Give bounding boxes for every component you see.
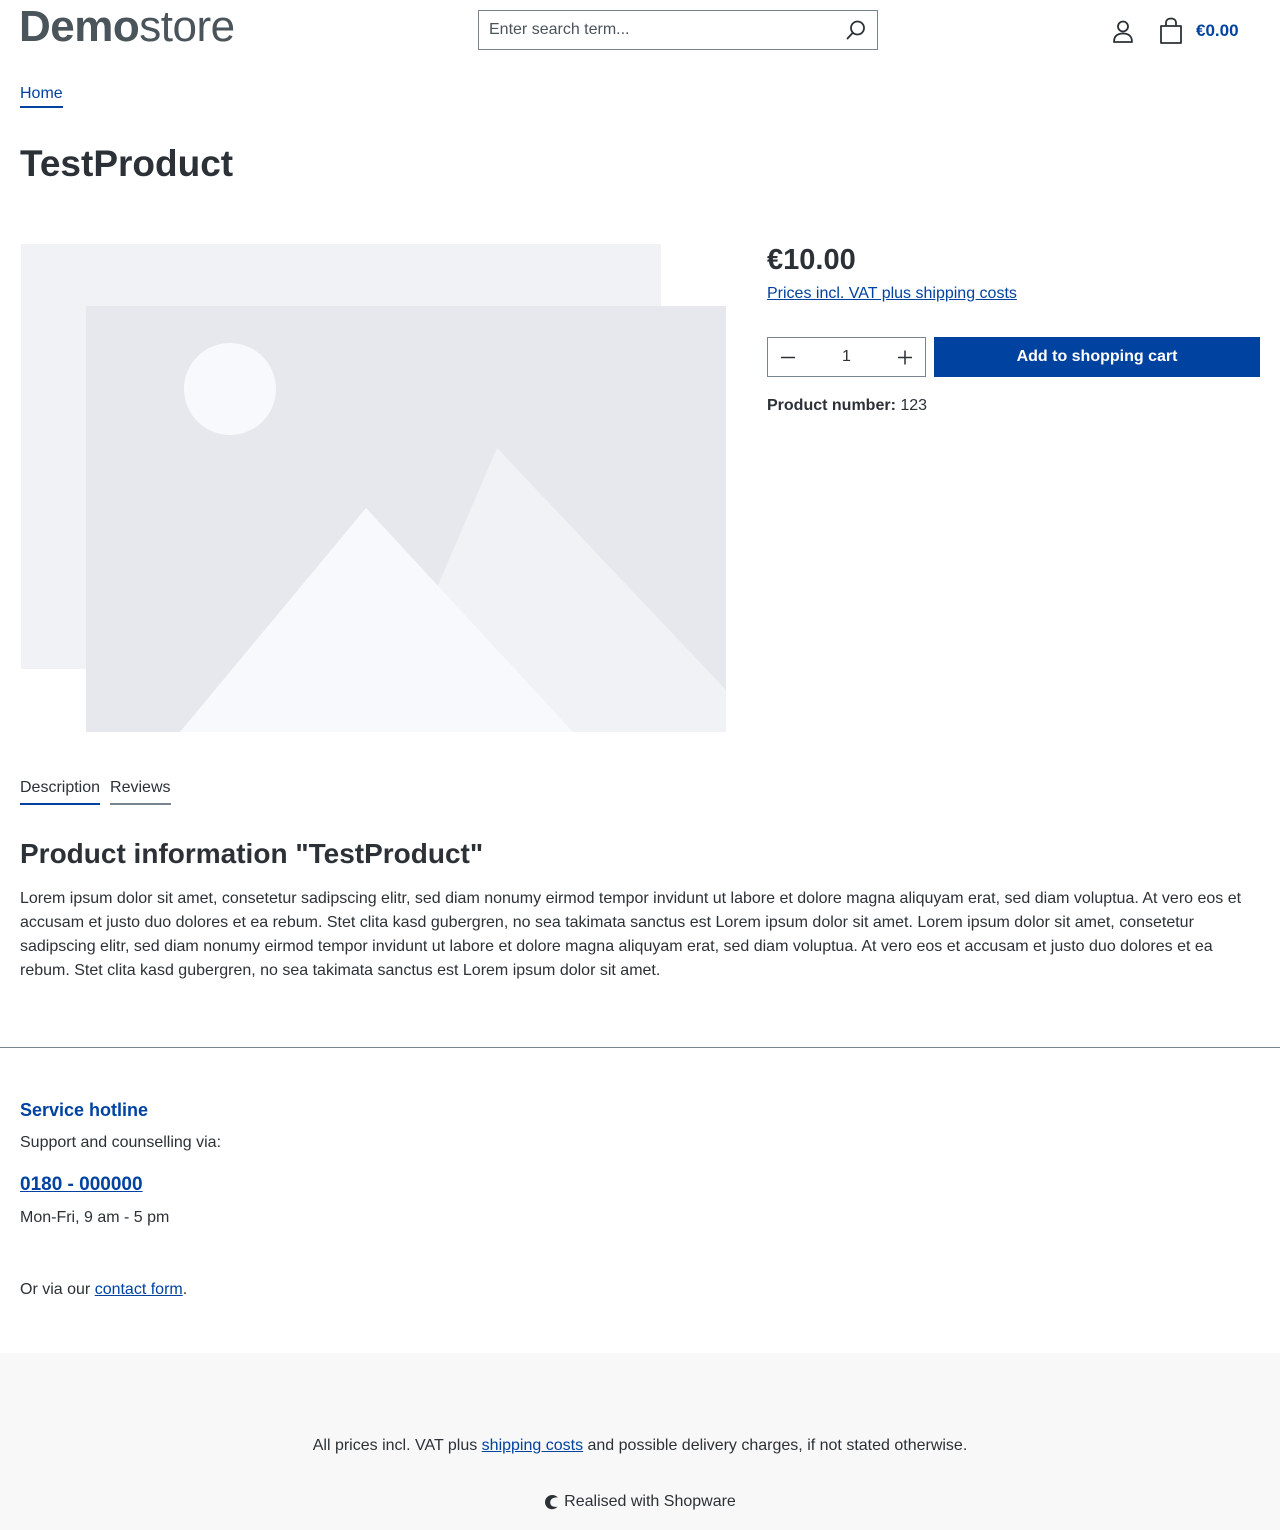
service-hotline-subtitle: Support and counselling via: bbox=[20, 1134, 222, 1151]
service-hotline-title: Service hotline bbox=[20, 1100, 149, 1120]
vat-suffix: and possible delivery charges, if not st… bbox=[583, 1437, 968, 1454]
product-number-label: Product number: bbox=[767, 397, 896, 414]
cart-icon bbox=[1160, 17, 1182, 44]
product-number-value: 123 bbox=[900, 397, 928, 414]
tax-shipping-link[interactable]: Prices incl. VAT plus shipping costs bbox=[767, 284, 1017, 304]
realised-text: Realised with Shopware bbox=[564, 1493, 736, 1510]
plus-icon bbox=[898, 350, 912, 365]
search-form bbox=[478, 10, 878, 50]
add-to-cart-button[interactable]: Add to shopping cart bbox=[934, 337, 1260, 377]
shopware-logo-icon bbox=[545, 1495, 559, 1510]
store-logo[interactable]: Demostore bbox=[19, 2, 235, 52]
quantity-value[interactable]: 1 bbox=[808, 348, 885, 366]
vat-notice: All prices incl. VAT plus shipping costs… bbox=[0, 1436, 1280, 1456]
search-button[interactable] bbox=[845, 19, 867, 41]
image-placeholder-icon bbox=[21, 244, 726, 732]
search-input[interactable] bbox=[479, 11, 829, 49]
product-title: TestProduct bbox=[20, 143, 234, 184]
service-hotline-phone-link[interactable]: 0180 - 000000 bbox=[20, 1173, 143, 1197]
logo-bold-text: Demo bbox=[19, 2, 140, 51]
quantity-decrease-button[interactable] bbox=[768, 338, 808, 376]
search-icon bbox=[846, 20, 865, 40]
product-image-placeholder[interactable] bbox=[20, 243, 726, 733]
contact-suffix: . bbox=[182, 1281, 188, 1298]
product-number: Product number: 123 bbox=[767, 396, 927, 416]
tab-reviews[interactable]: Reviews bbox=[110, 778, 171, 805]
product-price: €10.00 bbox=[767, 244, 856, 276]
description-title: Product information "TestProduct" bbox=[20, 838, 484, 869]
description-text: Lorem ipsum dolor sit amet, consetetur s… bbox=[20, 890, 1242, 979]
logo-light-text: store bbox=[139, 2, 235, 51]
shipping-costs-link[interactable]: shipping costs bbox=[482, 1437, 583, 1454]
footer-divider bbox=[0, 1047, 1280, 1048]
breadcrumb-home-link[interactable]: Home bbox=[20, 84, 63, 108]
realised-with-shopware[interactable]: Realised with Shopware bbox=[0, 1492, 1280, 1512]
tab-description[interactable]: Description bbox=[20, 778, 101, 805]
site-header: Demostore €0.00 bbox=[0, 0, 1280, 60]
account-icon bbox=[1113, 20, 1133, 43]
vat-prefix: All prices incl. VAT plus bbox=[312, 1437, 482, 1454]
cart-total: €0.00 bbox=[1196, 21, 1239, 40]
contact-prefix: Or via our bbox=[20, 1281, 95, 1298]
account-button[interactable] bbox=[1110, 18, 1136, 44]
contact-form-line: Or via our contact form. bbox=[20, 1280, 187, 1300]
product-tabs: Description Reviews bbox=[20, 778, 171, 805]
minus-icon bbox=[781, 356, 795, 359]
quantity-increase-button[interactable] bbox=[885, 338, 925, 376]
contact-form-link[interactable]: contact form bbox=[95, 1281, 183, 1298]
quantity-stepper: 1 bbox=[767, 337, 926, 377]
service-hotline-hours: Mon-Fri, 9 am - 5 pm bbox=[20, 1209, 170, 1226]
cart-button[interactable]: €0.00 bbox=[1158, 16, 1239, 46]
